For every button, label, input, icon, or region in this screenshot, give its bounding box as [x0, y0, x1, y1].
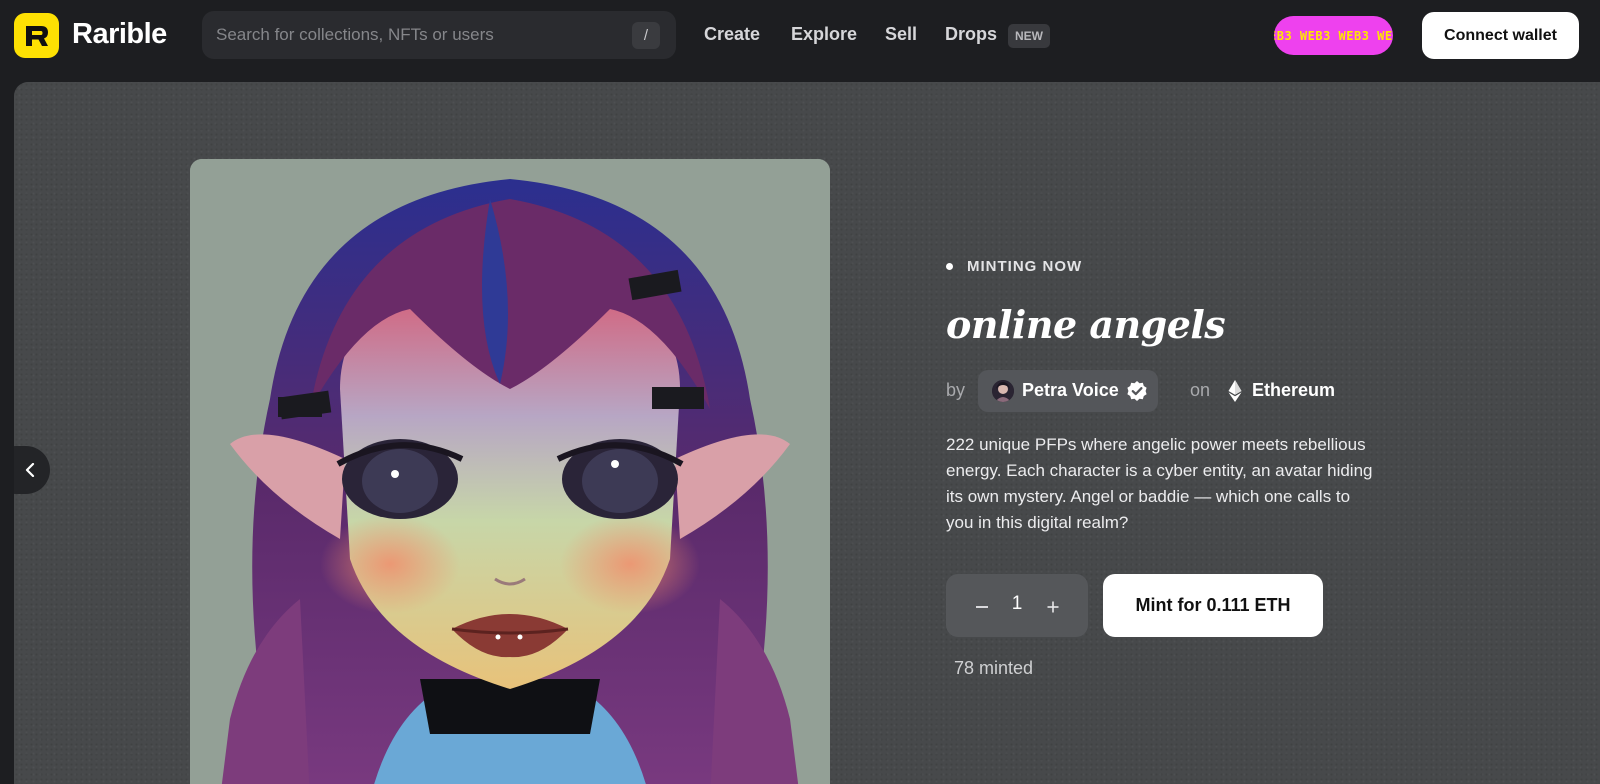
by-label: by [946, 380, 966, 400]
nav-explore[interactable]: Explore [791, 24, 857, 45]
artwork-illustration [190, 159, 830, 784]
increase-quantity-button[interactable] [1039, 592, 1067, 620]
logo-text[interactable]: Rarible [72, 18, 167, 51]
status-dot-icon [946, 263, 953, 270]
nav-drops[interactable]: Drops [945, 24, 997, 45]
nav-create[interactable]: Create [704, 24, 760, 45]
creator-avatar [992, 380, 1014, 402]
verified-badge-icon [1127, 381, 1147, 401]
web3-promo-text: EB3 WEB3 WEB3 WEB3 W [1274, 28, 1393, 43]
drop-hero: MINTING NOW online angels by Petra Voice… [14, 82, 1600, 784]
minting-status: MINTING NOW [946, 258, 1082, 275]
quantity-value[interactable]: 1 [1004, 593, 1030, 615]
collection-title: online angels [946, 302, 1226, 347]
connect-wallet-button[interactable]: Connect wallet [1422, 12, 1579, 59]
creator-chip[interactable]: Petra Voice [978, 370, 1158, 412]
mint-button[interactable]: Mint for 0.111 ETH [1103, 574, 1323, 637]
chevron-left-icon [25, 463, 35, 477]
drops-new-badge: NEW [1008, 24, 1050, 48]
collection-artwork[interactable] [190, 159, 830, 784]
rarible-logo-icon[interactable] [14, 13, 59, 58]
search-shortcut-key: / [632, 22, 660, 49]
web3-promo-pill[interactable]: EB3 WEB3 WEB3 WEB3 W [1274, 16, 1393, 55]
quantity-stepper: 1 [946, 574, 1088, 637]
on-label: on [1190, 380, 1211, 400]
creator-row: by Petra Voice on Ethereum [946, 370, 1406, 412]
minus-icon [976, 606, 988, 608]
collection-description: 222 unique PFPs where angelic power meet… [946, 435, 1373, 532]
creator-name: Petra Voice [1022, 380, 1119, 400]
search-bar[interactable]: / [202, 11, 676, 59]
decrease-quantity-button[interactable] [968, 592, 996, 620]
status-label: MINTING NOW [967, 258, 1083, 275]
minted-count: 78 minted [954, 658, 1034, 678]
top-navigation-bar: Rarible / Create Explore Sell Drops NEW … [0, 0, 1600, 82]
chain-name[interactable]: Ethereum [1252, 380, 1335, 401]
nav-sell[interactable]: Sell [885, 24, 917, 45]
ethereum-icon [1228, 380, 1242, 402]
plus-icon [1047, 601, 1059, 613]
search-input[interactable] [216, 11, 616, 59]
